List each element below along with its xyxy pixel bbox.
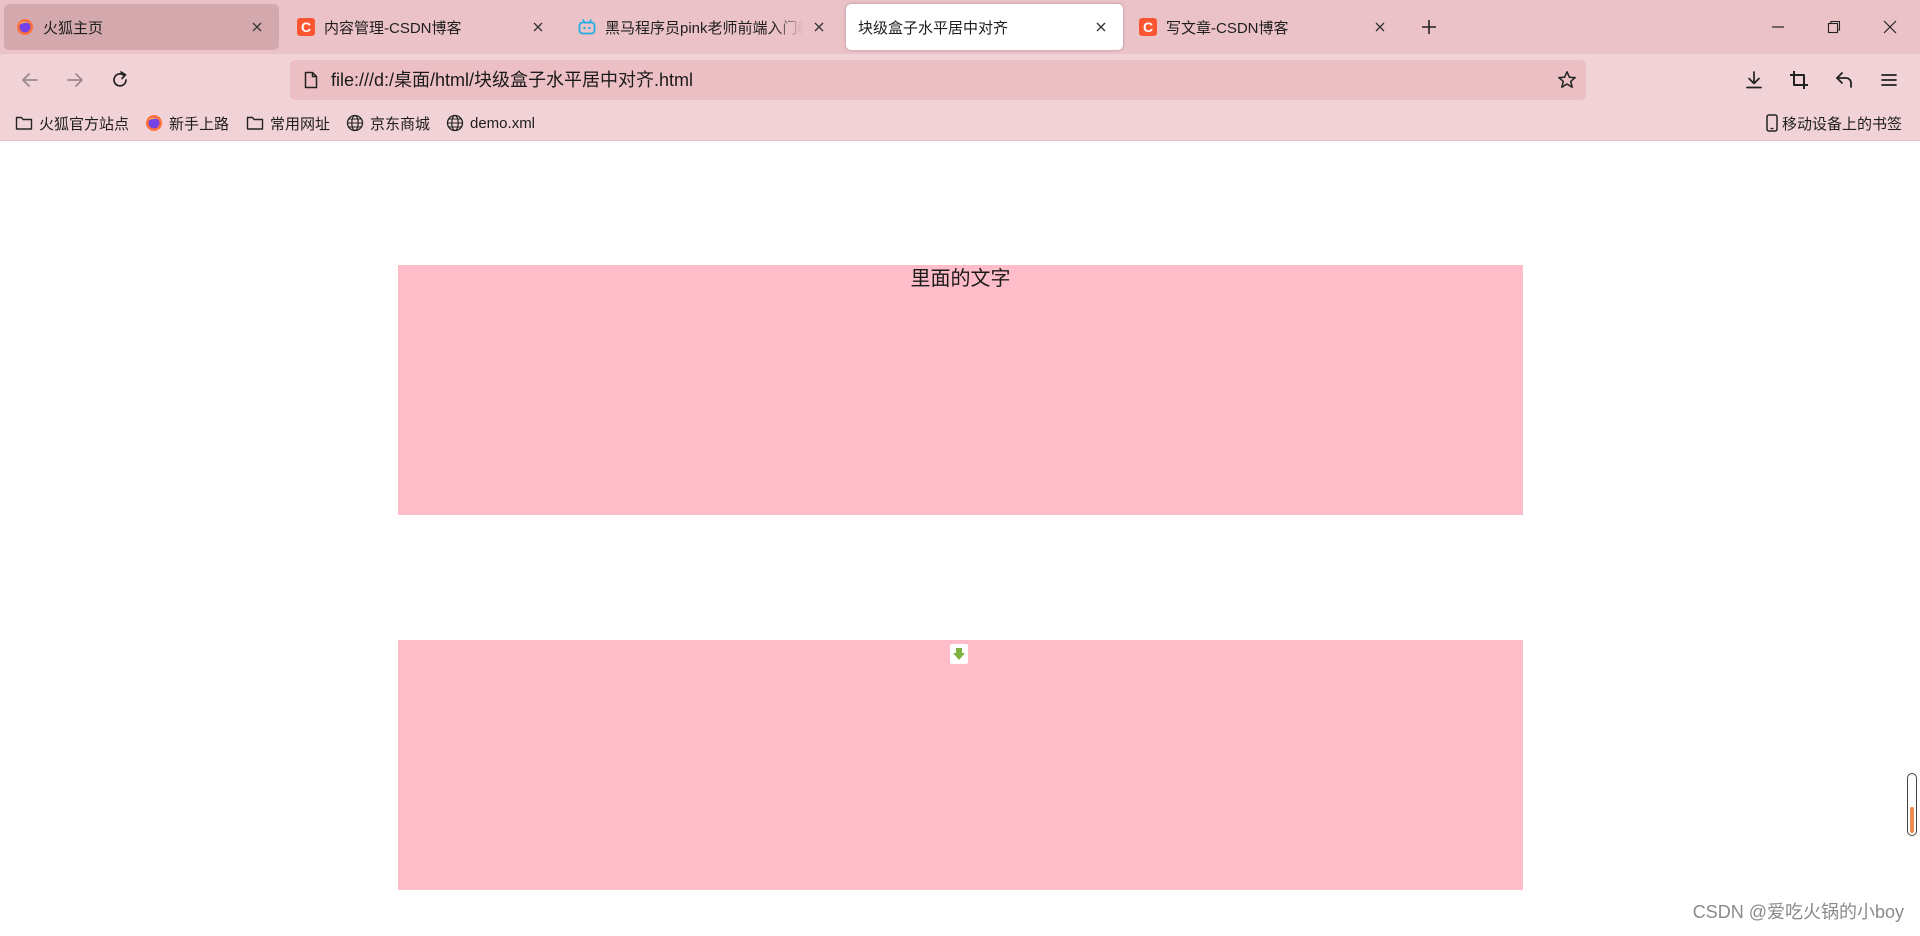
bookmark-label: 京东商城 <box>370 115 431 133</box>
bookmark-label: 移动设备上的书签 <box>1782 115 1903 133</box>
csdn-icon: C <box>1139 18 1157 36</box>
crop-icon <box>1790 71 1808 89</box>
mobile-bookmarks[interactable]: 移动设备上的书签 <box>1765 111 1902 135</box>
tab-title: 写文章-CSDN博客 <box>1166 19 1289 37</box>
app-menu-button[interactable] <box>1871 62 1907 98</box>
page-content: 里面的文字 <box>0 141 1920 936</box>
tab-active-page[interactable]: 块级盒子水平居中对齐 <box>846 4 1123 50</box>
undo-close-button[interactable] <box>1826 62 1862 98</box>
bookmark-label: 火狐官方站点 <box>39 115 130 133</box>
close-tab-icon[interactable] <box>247 17 267 37</box>
tab-title: 火狐主页 <box>43 19 104 37</box>
hamburger-menu-icon <box>1881 74 1897 86</box>
url-text[interactable]: file:///d:/桌面/html/块级盒子水平居中对齐.html <box>331 60 693 100</box>
page-icon <box>301 70 321 90</box>
bookmark-getting-started[interactable]: 新手上路 <box>144 111 229 135</box>
box-text: 里面的文字 <box>910 268 1011 290</box>
close-icon <box>1883 20 1897 34</box>
download-icon <box>1746 71 1762 89</box>
bookmark-common-sites[interactable]: 常用网址 <box>245 111 330 135</box>
reload-button[interactable] <box>102 62 138 98</box>
minimize-button[interactable] <box>1755 7 1801 47</box>
back-arrow-icon <box>22 73 38 87</box>
close-window-button[interactable] <box>1867 7 1913 47</box>
globe-icon <box>345 113 365 133</box>
undo-icon <box>1836 72 1852 88</box>
minimize-icon <box>1772 26 1784 28</box>
tab-csdn-write[interactable]: C 写文章-CSDN博客 <box>1127 4 1402 50</box>
tab-bilibili[interactable]: 黑马程序员pink老师前端入门教 <box>566 4 841 50</box>
bookmark-label: demo.xml <box>470 114 536 132</box>
globe-icon <box>445 113 465 133</box>
close-tab-icon[interactable] <box>528 17 548 37</box>
address-bar[interactable]: file:///d:/桌面/html/块级盒子水平居中对齐.html <box>290 60 1586 100</box>
watermark: CSDN @爱吃火锅的小boy <box>1692 902 1904 922</box>
close-tab-icon[interactable] <box>809 17 829 37</box>
bookmark-jd-mall[interactable]: 京东商城 <box>345 111 430 135</box>
navigation-toolbar: file:///d:/桌面/html/块级盒子水平居中对齐.html <box>0 54 1920 106</box>
csdn-icon: C <box>297 18 315 36</box>
bookmark-label: 新手上路 <box>169 115 230 133</box>
centered-box-with-text: 里面的文字 <box>398 265 1523 515</box>
reload-icon <box>113 71 127 87</box>
bilibili-icon <box>578 18 596 36</box>
tab-title: 内容管理-CSDN博客 <box>324 19 462 37</box>
bookmark-star-icon[interactable] <box>1556 69 1578 91</box>
folder-icon <box>14 113 34 133</box>
forward-arrow-icon <box>67 73 83 87</box>
firefox-icon <box>144 113 164 133</box>
new-tab-button[interactable] <box>1414 12 1444 42</box>
tab-title: 块级盒子水平居中对齐 <box>858 19 1009 37</box>
folder-icon <box>245 113 265 133</box>
tab-firefox-home[interactable]: 火狐主页 <box>4 4 279 50</box>
tab-strip: 火狐主页 C 内容管理-CSDN博客 黑马程序员pink老师前端入门教 块级盒子… <box>0 0 1920 54</box>
downloads-button[interactable] <box>1736 62 1772 98</box>
scrollbar-thumb[interactable] <box>1907 773 1917 836</box>
bookmarks-toolbar: 火狐官方站点 新手上路 常用网址 京东商城 demo.xml 移动设备上的书签 <box>0 106 1920 141</box>
bookmark-demo-xml[interactable]: demo.xml <box>445 111 535 135</box>
bookmark-firefox-sites[interactable]: 火狐官方站点 <box>14 111 129 135</box>
broken-image-icon <box>950 644 968 664</box>
centered-box-with-image <box>398 640 1523 890</box>
bookmark-label: 常用网址 <box>270 115 331 133</box>
firefox-icon <box>16 18 34 36</box>
back-button[interactable] <box>12 62 48 98</box>
restore-icon <box>1827 20 1841 34</box>
tab-csdn-content[interactable]: C 内容管理-CSDN博客 <box>285 4 560 50</box>
restore-button[interactable] <box>1811 7 1857 47</box>
plus-icon <box>1422 20 1436 34</box>
screenshot-button[interactable] <box>1781 62 1817 98</box>
close-tab-icon[interactable] <box>1091 17 1111 37</box>
forward-button[interactable] <box>57 62 93 98</box>
close-tab-icon[interactable] <box>1370 17 1390 37</box>
tab-title: 黑马程序员pink老师前端入门教 <box>605 19 803 37</box>
mobile-device-icon <box>1765 113 1779 133</box>
